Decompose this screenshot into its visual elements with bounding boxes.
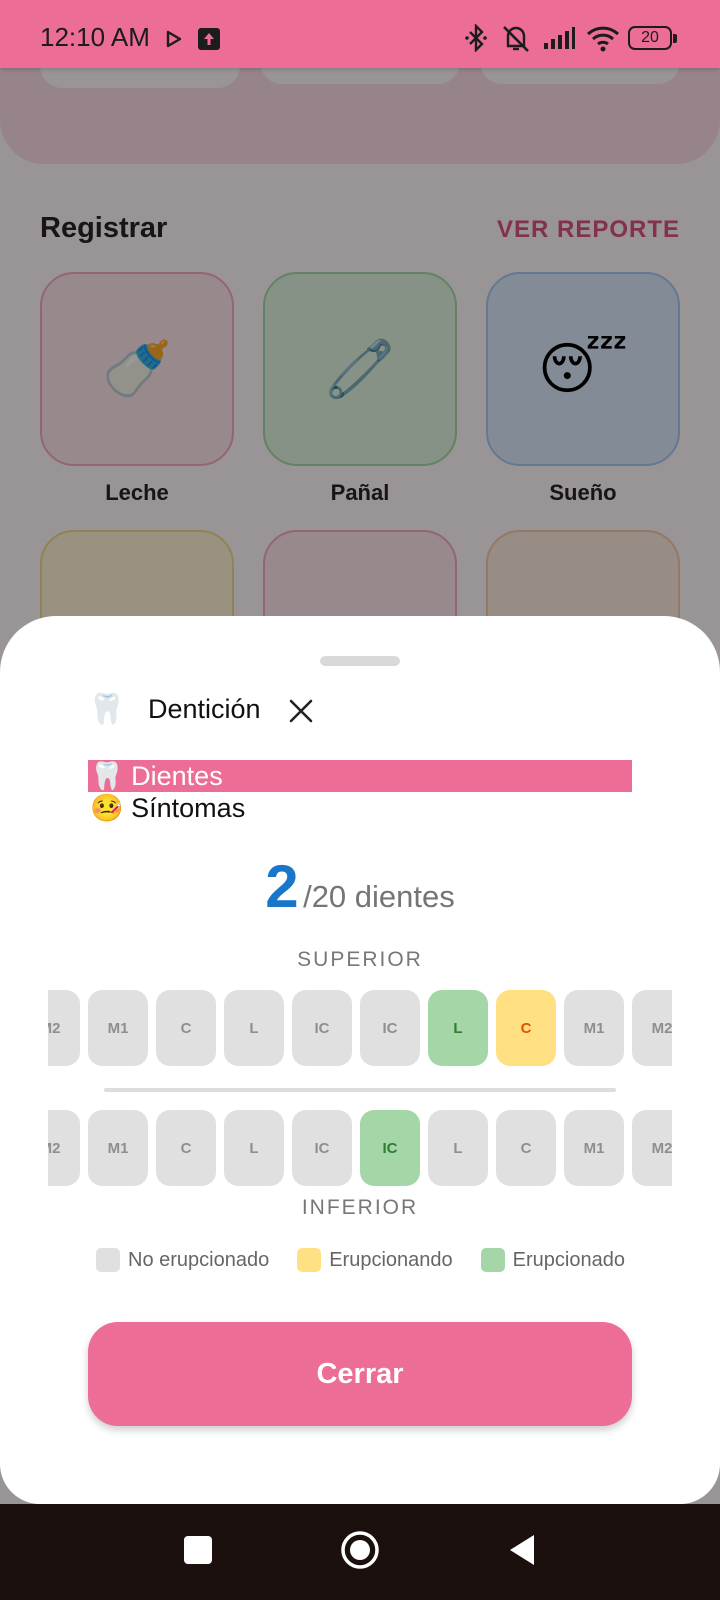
lower-tooth-l[interactable]: L xyxy=(224,1110,284,1186)
lower-tooth-m2[interactable]: M2 xyxy=(48,1110,80,1186)
status-time: 12:10 AM xyxy=(40,22,150,52)
upper-tooth-m2[interactable]: M2 xyxy=(48,990,80,1066)
jaw-divider xyxy=(104,1088,616,1092)
legend-swatch-erupting xyxy=(297,1248,322,1272)
lower-tooth-l[interactable]: L xyxy=(428,1110,488,1186)
home-button-icon[interactable] xyxy=(340,1530,380,1570)
teeth-count: 2 xyxy=(265,853,299,920)
lower-tooth-ic[interactable]: IC xyxy=(360,1110,420,1186)
tab-symptoms-label: Síntomas xyxy=(131,793,246,823)
lower-tooth-ic[interactable]: IC xyxy=(292,1110,352,1186)
close-button[interactable]: Cerrar xyxy=(88,1322,632,1426)
thermometer-face-icon: 🤒 xyxy=(90,793,124,823)
upper-tooth-l[interactable]: L xyxy=(428,990,488,1066)
tab-teeth-label: Dientes xyxy=(131,761,223,791)
legend-label-none: No erupcionado xyxy=(128,1248,270,1271)
lower-tooth-c[interactable]: C xyxy=(156,1110,216,1186)
upper-tooth-m2[interactable]: M2 xyxy=(632,990,672,1066)
navigation-bar xyxy=(0,1504,720,1600)
upload-notification-icon xyxy=(198,28,220,50)
bluetooth-icon xyxy=(465,24,487,52)
lower-tooth-m1[interactable]: M1 xyxy=(564,1110,624,1186)
legend-swatch-none xyxy=(96,1248,120,1272)
teeth-counter: 2 /20 dientes xyxy=(0,852,720,921)
upper-jaw-label: SUPERIOR xyxy=(297,948,423,971)
lower-tooth-m2[interactable]: M2 xyxy=(632,1110,672,1186)
lower-tooth-c[interactable]: C xyxy=(496,1110,556,1186)
lower-jaw-label: INFERIOR xyxy=(301,1196,419,1219)
sheet-title: Dentición xyxy=(148,694,261,724)
vibrate-off-icon xyxy=(503,26,529,52)
tooth-icon: 🦷 xyxy=(90,761,124,791)
teething-bottom-sheet: 🦷 Dentición 🦷 Dientes 🤒 Síntomas 2 /20 d… xyxy=(0,616,720,1504)
upper-tooth-ic[interactable]: IC xyxy=(360,990,420,1066)
legend-label-erupted: Erupcionado xyxy=(512,1248,625,1271)
tab-teeth[interactable]: 🦷 Dientes xyxy=(88,760,632,792)
upper-teeth-track: M2M1CLICICLCM1M2 xyxy=(48,990,672,1066)
legend-item-none: No erupcionado xyxy=(96,1248,269,1272)
play-icon xyxy=(166,30,182,48)
battery-icon: 20 xyxy=(628,26,672,50)
wifi-icon xyxy=(586,26,620,52)
upper-teeth-row[interactable]: M2M1CLICICLCM1M2 xyxy=(48,990,672,1066)
upper-tooth-c[interactable]: C xyxy=(496,990,556,1066)
tooth-icon: 🦷 xyxy=(88,693,126,726)
legend: No erupcionado Erupcionando Erupcionado xyxy=(96,1248,653,1272)
status-bar: 12:10 AM 20 xyxy=(0,0,720,68)
legend-item-erupting: Erupcionando xyxy=(297,1248,453,1272)
battery-tip xyxy=(673,34,677,43)
legend-item-erupted: Erupcionado xyxy=(480,1248,625,1272)
lower-teeth-row[interactable]: M2M1CLICICLCM1M2 xyxy=(48,1110,672,1186)
upper-tooth-c[interactable]: C xyxy=(156,990,216,1066)
recents-button-icon[interactable] xyxy=(182,1534,214,1566)
tab-symptoms[interactable]: 🤒 Síntomas xyxy=(88,792,632,824)
upper-tooth-m1[interactable]: M1 xyxy=(88,990,148,1066)
teeth-count-suffix: /20 dientes xyxy=(303,879,455,914)
close-icon[interactable] xyxy=(286,696,316,726)
upper-tooth-ic[interactable]: IC xyxy=(292,990,352,1066)
sheet-drag-handle[interactable] xyxy=(320,656,400,666)
lower-tooth-m1[interactable]: M1 xyxy=(88,1110,148,1186)
signal-icon xyxy=(544,27,575,49)
back-button-icon[interactable] xyxy=(506,1532,538,1568)
upper-tooth-m1[interactable]: M1 xyxy=(564,990,624,1066)
lower-teeth-track: M2M1CLICICLCM1M2 xyxy=(48,1110,672,1186)
upper-tooth-l[interactable]: L xyxy=(224,990,284,1066)
legend-swatch-erupted xyxy=(480,1248,505,1272)
legend-label-erupting: Erupcionando xyxy=(329,1248,453,1271)
